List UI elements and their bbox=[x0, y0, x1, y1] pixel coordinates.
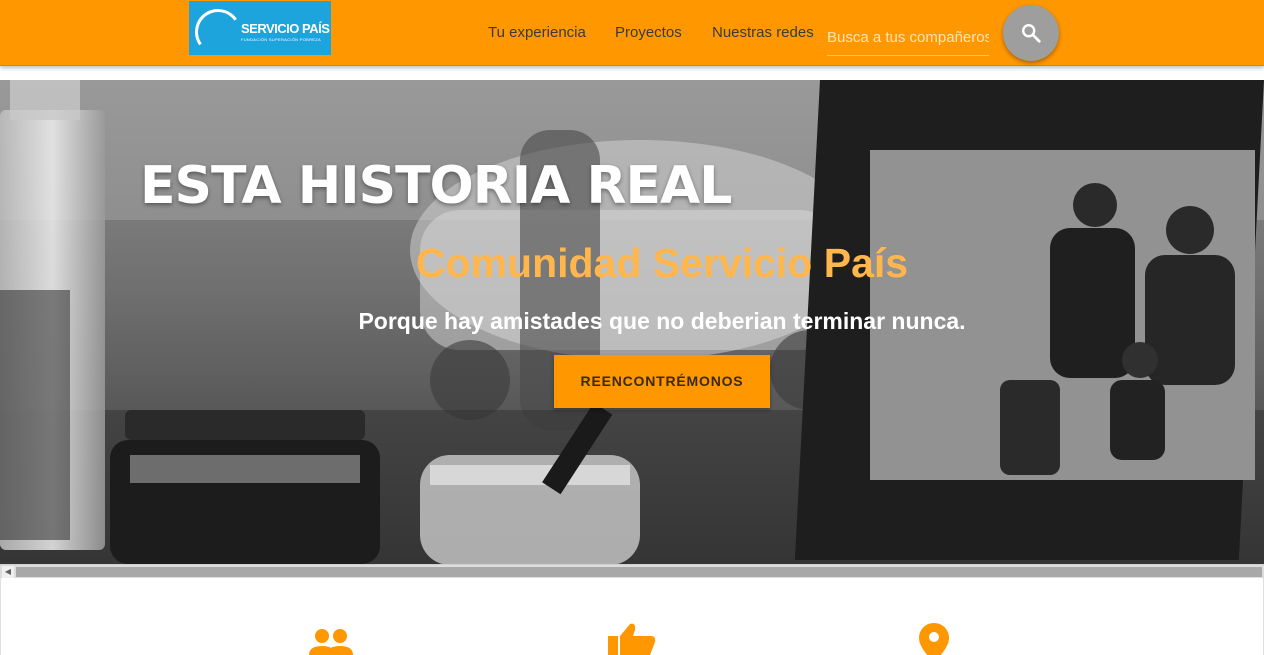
reencontremonos-button[interactable]: REENCONTRÉMONOS bbox=[554, 355, 770, 408]
thumbs-up-icon bbox=[608, 623, 656, 655]
location-pin-icon bbox=[919, 623, 949, 655]
hero-tagline: Porque hay amistades que no deberian ter… bbox=[358, 308, 966, 334]
nav-link-tu-experiencia[interactable]: Tu experiencia bbox=[488, 24, 586, 41]
scroll-left-arrow-icon[interactable]: ◀ bbox=[2, 566, 14, 578]
logo-text: SERVICIO PAÍS bbox=[241, 21, 330, 36]
search-button[interactable] bbox=[1003, 5, 1059, 61]
group-icon bbox=[309, 629, 353, 655]
hero-title: ESTA HISTORIA REAL bbox=[140, 156, 732, 216]
logo-arc-icon bbox=[191, 5, 245, 55]
servicio-pais-logo[interactable]: SERVICIO PAÍS FUNDACIÓN SUPERACIÓN POBRE… bbox=[189, 1, 331, 55]
nav-link-nuestras-redes[interactable]: Nuestras redes bbox=[712, 24, 814, 41]
search-input[interactable] bbox=[827, 20, 989, 56]
horizontal-scrollbar[interactable]: ◀ bbox=[0, 564, 1264, 578]
logo-subtext: FUNDACIÓN SUPERACIÓN POBREZA bbox=[241, 37, 321, 42]
scrollbar-thumb[interactable] bbox=[16, 567, 1262, 577]
hero-banner: ESTA HISTORIA REAL Comunidad Servicio Pa… bbox=[0, 80, 1264, 564]
nav-link-proyectos[interactable]: Proyectos bbox=[615, 24, 682, 41]
features-section bbox=[0, 578, 1264, 655]
hero-subtitle: Comunidad Servicio País bbox=[415, 240, 909, 286]
top-navbar: SERVICIO PAÍS FUNDACIÓN SUPERACIÓN POBRE… bbox=[0, 0, 1264, 66]
search-icon bbox=[1022, 24, 1041, 43]
